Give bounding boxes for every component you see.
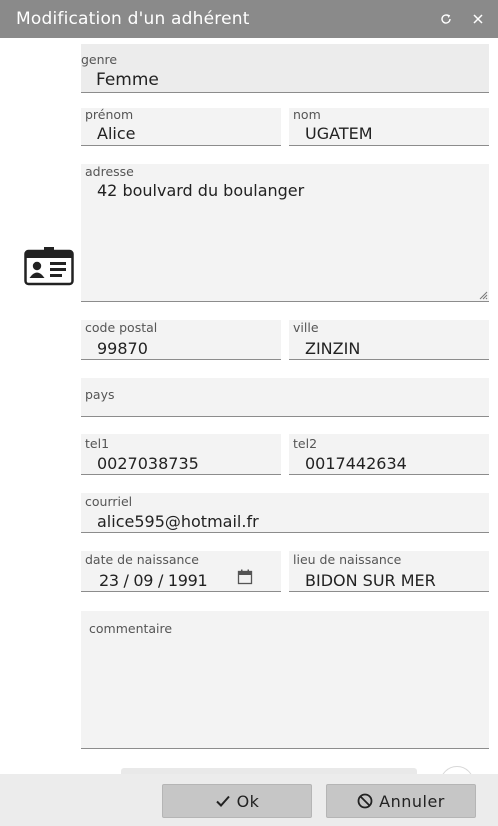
adresse-value: 42 boulvard du boulanger	[97, 181, 305, 200]
nom-label: nom	[293, 107, 321, 122]
nom-field[interactable]: nom UGATEM	[289, 107, 489, 146]
lieu-naissance-value: BIDON SUR MER	[305, 571, 436, 590]
nom-value: UGATEM	[305, 124, 373, 143]
courriel-field[interactable]: courriel alice595@hotmail.fr	[81, 493, 489, 533]
tel1-label: tel1	[85, 436, 110, 451]
ville-field[interactable]: ville ZINZIN	[289, 320, 489, 360]
lieu-naissance-field[interactable]: lieu de naissance BIDON SUR MER	[289, 551, 489, 592]
prenom-field[interactable]: prénom Alice	[81, 107, 281, 146]
date-naissance-value: 23 / 09 / 1991	[99, 571, 208, 590]
code-postal-field[interactable]: code postal 99870	[81, 320, 281, 360]
resize-grip-icon[interactable]	[478, 290, 488, 300]
id-card-icon	[24, 247, 74, 286]
title-bar: Modification d'un adhérent	[0, 0, 498, 38]
adresse-textarea[interactable]: adresse 42 boulvard du boulanger	[81, 164, 489, 302]
tel2-label: tel2	[293, 436, 318, 451]
tel2-value: 0017442634	[305, 454, 407, 473]
date-naissance-field[interactable]: date de naissance 23 / 09 / 1991	[81, 551, 281, 592]
genre-value: Femme	[96, 70, 159, 90]
prenom-label: prénom	[85, 107, 134, 122]
genre-select[interactable]: genre Femme	[81, 44, 489, 93]
cancel-button-label: Annuler	[379, 791, 445, 811]
tel1-value: 0027038735	[97, 454, 199, 473]
pays-field[interactable]: pays	[81, 378, 489, 417]
check-icon	[215, 795, 230, 807]
form-area: genre Femme prénom Alice nom UGATEM adre…	[0, 38, 498, 774]
close-icon[interactable]	[462, 0, 494, 38]
lieu-naissance-label: lieu de naissance	[293, 552, 402, 567]
tel2-field[interactable]: tel2 0017442634	[289, 434, 489, 475]
date-naissance-label: date de naissance	[85, 552, 199, 567]
pays-label: pays	[85, 387, 115, 402]
cancel-circle-icon	[357, 793, 373, 809]
ville-value: ZINZIN	[305, 339, 361, 358]
prenom-value: Alice	[97, 124, 136, 143]
courriel-label: courriel	[85, 494, 133, 509]
calendar-icon[interactable]	[237, 569, 253, 585]
courriel-value: alice595@hotmail.fr	[97, 512, 259, 531]
ville-label: ville	[293, 320, 319, 335]
refresh-icon[interactable]	[430, 0, 462, 38]
cancel-button[interactable]: Annuler	[326, 784, 476, 818]
commentaire-label: commentaire	[89, 621, 173, 636]
tel1-field[interactable]: tel1 0027038735	[81, 434, 281, 475]
dialog-footer: Ok Annuler	[0, 774, 498, 826]
ok-button-label: Ok	[236, 791, 260, 811]
commentaire-textarea[interactable]: commentaire	[81, 611, 489, 749]
adresse-label: adresse	[85, 164, 134, 179]
code-postal-label: code postal	[85, 320, 158, 335]
ok-button[interactable]: Ok	[162, 784, 312, 818]
code-postal-value: 99870	[97, 339, 148, 358]
window-title: Modification d'un adhérent	[16, 9, 250, 29]
genre-label: genre	[81, 52, 118, 67]
